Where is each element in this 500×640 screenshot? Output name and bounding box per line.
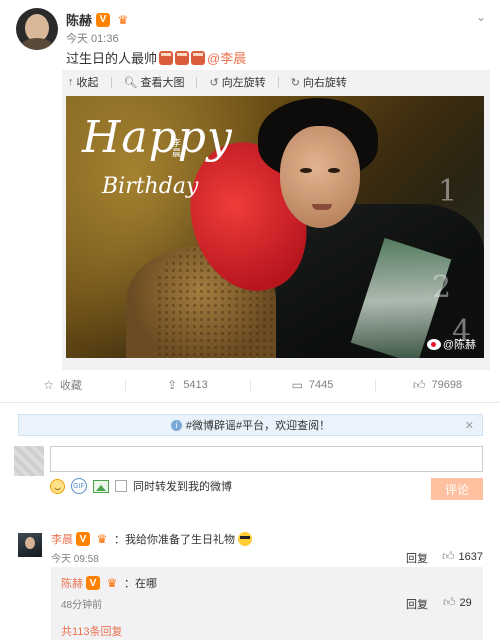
sub-reply-button[interactable]: 回复 — [406, 596, 428, 612]
comment-text: ：我给你准备了生日礼物 — [114, 534, 235, 546]
comment-like-count: 1637 — [458, 550, 484, 563]
sub-comment-like-button[interactable]: 👍︎ 29 — [443, 595, 472, 610]
verified-icon[interactable]: V — [76, 532, 90, 546]
avatar-body — [20, 38, 54, 50]
vip-crown-icon[interactable]: ♛ — [93, 532, 111, 546]
photo-face — [280, 126, 360, 228]
view-large-button[interactable]: 🔍︎ 查看大图 — [124, 74, 185, 90]
vip-crown-icon[interactable]: ♛ — [114, 13, 132, 27]
sub-comment-time: 48分钟前 — [61, 600, 103, 611]
like-count: 79698 — [431, 379, 463, 391]
photo-happy-text: Happy — [82, 112, 233, 163]
star-icon: ☆ — [43, 378, 54, 392]
thumbs-up-icon: 👍︎ — [443, 595, 456, 609]
rotate-left-icon: ↺ — [209, 76, 219, 89]
notice-text[interactable]: #微博辟谣#平台，欢迎查阅！ — [186, 417, 330, 433]
mention-link[interactable]: @李晨 — [207, 48, 246, 67]
sunglasses-emoji-icon — [238, 532, 252, 546]
close-icon[interactable]: ✕ — [465, 419, 474, 432]
forward-checkbox[interactable] — [115, 480, 127, 492]
rumor-notice-bar: i #微博辟谣#平台，欢迎查阅！ ✕ — [18, 414, 483, 436]
like-button[interactable]: 👍︎ 79698 — [375, 378, 500, 393]
rotate-right-label: 向右旋转 — [302, 77, 347, 89]
birthday-photo[interactable]: Happy Birthday 李晨 1 2 4 @陈赫 — [66, 96, 484, 358]
toolbar-divider — [277, 76, 279, 88]
forward-icon: ⇪ — [167, 378, 178, 392]
photo-mouth — [312, 204, 332, 210]
photo-watermark: @陈赫 — [426, 336, 476, 352]
image-upload-icon[interactable] — [93, 479, 109, 493]
photo-birthday-text: Birthday — [102, 174, 199, 199]
verified-icon[interactable]: V — [96, 12, 111, 27]
comment-line: 李晨 V ♛ ：我给你准备了生日礼物 — [51, 531, 252, 547]
cake-emoji-icon — [191, 50, 206, 65]
media-toolbar: ↑ 收起 🔍︎ 查看大图 ↺ 向左旋转 ↻ 向右旋转 — [62, 70, 490, 94]
sub-comment-box: 陈赫 V ♛ ：在哪 48分钟前 回复 👍︎ 29 共113条回复 — [51, 567, 483, 640]
comment-like-button[interactable]: 👍︎ 1637 — [442, 549, 483, 564]
view-large-label: 查看大图 — [140, 77, 185, 89]
post-text: 过生日的人最帅 @李晨 — [66, 48, 246, 67]
author-line: 陈赫 V ♛ — [66, 10, 132, 29]
cake-emoji-icon — [175, 50, 190, 65]
sub-comment-text: ：在哪 — [124, 578, 157, 590]
weibo-post-card: 陈赫 V ♛ 今天 01:36 ⌄ 过生日的人最帅 @李晨 ↑ 收起 🔍︎ 查看… — [0, 0, 500, 640]
collapse-icon: ↑ — [68, 76, 74, 88]
forward-count: 5413 — [183, 379, 208, 391]
reply-button[interactable]: 回复 — [406, 550, 428, 566]
comment-count: 7445 — [308, 379, 334, 391]
post-text-body: 过生日的人最帅 — [66, 51, 158, 66]
commenter-name[interactable]: 李晨 — [51, 531, 73, 547]
sub-commenter-name[interactable]: 陈赫 — [61, 575, 83, 591]
rotate-right-icon: ↻ — [290, 76, 300, 89]
collapse-label: 收起 — [76, 77, 99, 89]
post-time[interactable]: 今天 01:36 — [66, 30, 119, 46]
comment-button[interactable]: ▭ 7445 — [250, 378, 375, 392]
weibo-logo-icon — [426, 338, 441, 350]
vip-crown-icon[interactable]: ♛ — [103, 576, 121, 590]
commenter-avatar[interactable] — [18, 533, 42, 557]
chevron-down-icon[interactable]: ⌄ — [476, 10, 486, 24]
rotate-left-button[interactable]: ↺ 向左旋转 — [209, 74, 265, 90]
rotate-left-label: 向左旋转 — [221, 77, 266, 89]
info-icon: i — [170, 419, 182, 431]
rotate-right-button[interactable]: ↻ 向右旋转 — [291, 74, 347, 90]
forward-button[interactable]: ⇪ 5413 — [125, 378, 250, 392]
emoji-icon[interactable] — [50, 478, 65, 494]
forward-checkbox-label[interactable]: 同时转发到我的微博 — [133, 478, 232, 494]
author-name[interactable]: 陈赫 — [66, 10, 92, 29]
compose-tools: GIF 同时转发到我的微博 — [50, 478, 232, 494]
section-divider — [0, 402, 500, 403]
photo-eye — [328, 168, 340, 173]
collapse-button[interactable]: ↑ 收起 — [68, 74, 99, 90]
toolbar-divider — [196, 76, 198, 88]
verified-icon[interactable]: V — [86, 576, 100, 590]
media-container: ↑ 收起 🔍︎ 查看大图 ↺ 向左旋转 ↻ 向右旋转 Happy Birthda… — [62, 70, 490, 370]
favorite-button[interactable]: ☆ 收藏 — [0, 377, 125, 393]
thumbs-up-icon: 👍︎ — [442, 549, 455, 563]
watermark-text: @陈赫 — [442, 339, 476, 351]
sub-comment-line: 陈赫 V ♛ ：在哪 — [61, 575, 157, 591]
toolbar-divider — [110, 76, 112, 88]
thumbs-up-icon: 👍︎ — [412, 377, 426, 392]
photo-eye — [300, 168, 312, 173]
more-replies-link[interactable]: 共113条回复 — [61, 623, 123, 639]
my-avatar — [14, 446, 44, 476]
gif-icon[interactable]: GIF — [71, 478, 87, 494]
photo-name-text: 李晨 — [172, 138, 182, 158]
comment-time: 今天 09:58 — [51, 554, 99, 565]
comment-input[interactable] — [50, 446, 483, 472]
sub-comment-like-count: 29 — [459, 596, 472, 609]
submit-comment-button[interactable]: 评论 — [431, 478, 483, 500]
post-action-bar: ☆ 收藏 ⇪ 5413 ▭ 7445 👍︎ 79698 — [0, 370, 500, 400]
favorite-label: 收藏 — [59, 380, 82, 392]
author-avatar[interactable] — [16, 8, 58, 50]
comment-bubble-icon: ▭ — [291, 378, 303, 392]
magnifier-icon: 🔍︎ — [123, 76, 138, 89]
cake-emoji-icon — [159, 50, 174, 65]
photo-number: 1 — [438, 174, 458, 209]
photo-number: 2 — [432, 270, 452, 305]
